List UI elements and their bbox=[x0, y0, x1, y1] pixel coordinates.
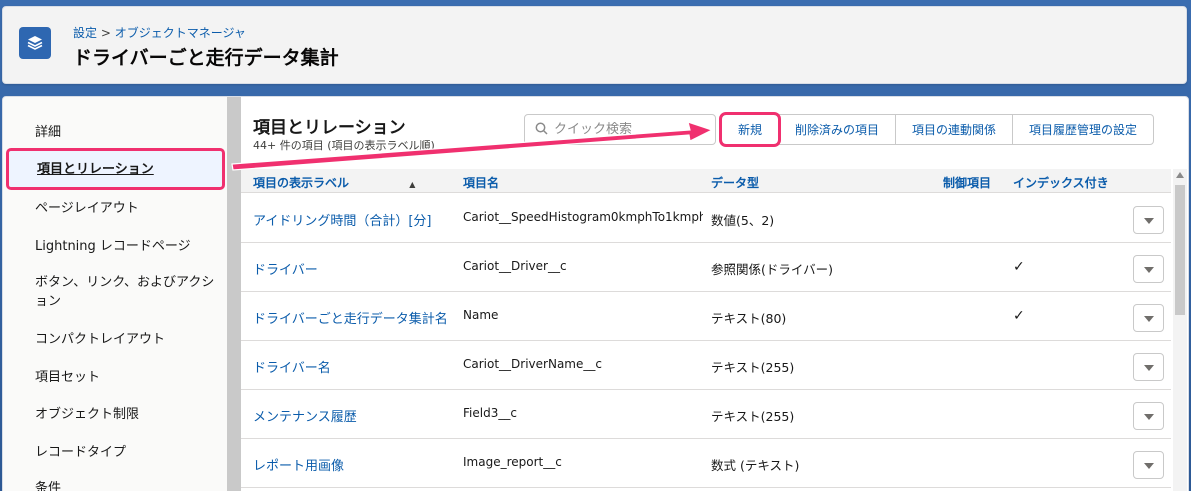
table-row: アイドリング時間（合計）[分] Cariot__SpeedHistogram0k… bbox=[241, 194, 1171, 243]
main-panel: 詳細 項目とリレーション ページレイアウト Lightning レコードページ … bbox=[2, 96, 1189, 491]
field-label-link[interactable]: ドライバー bbox=[253, 259, 458, 278]
chevron-down-icon bbox=[1143, 409, 1154, 423]
column-header-indexed[interactable]: インデックス付き bbox=[1013, 174, 1109, 191]
search-icon bbox=[535, 120, 548, 139]
field-label-link[interactable]: レポート用画像 bbox=[253, 455, 458, 474]
column-header-controlling-field[interactable]: 制御項目 bbox=[943, 174, 991, 191]
scroll-up-arrow-icon[interactable] bbox=[1176, 172, 1184, 178]
field-data-type: テキスト(255) bbox=[711, 409, 795, 424]
row-actions-dropdown[interactable] bbox=[1133, 255, 1164, 283]
sidebar-item-conditions[interactable]: 条件 bbox=[35, 479, 215, 491]
indexed-check-icon: ✓ bbox=[1013, 259, 1025, 275]
action-button-group: 新規 削除済みの項目 項目の連動関係 項目履歴管理の設定 bbox=[718, 112, 1155, 147]
table-row: レポート用画像 Image_report__c 数式 (テキスト) bbox=[241, 439, 1171, 488]
breadcrumb-object-manager-link[interactable]: オブジェクトマネージャ bbox=[115, 26, 246, 40]
section-subtitle: 44+ 件の項目 (項目の表示ラベル順) bbox=[253, 139, 435, 152]
field-label-link[interactable]: メンテナンス履歴 bbox=[253, 406, 458, 425]
field-data-type: 数式 (テキスト) bbox=[711, 458, 800, 473]
row-actions-dropdown[interactable] bbox=[1133, 206, 1164, 234]
field-label-link[interactable]: ドライバー名 bbox=[253, 357, 458, 376]
layers-icon bbox=[19, 27, 51, 59]
table-scrollbar[interactable] bbox=[1173, 169, 1187, 491]
row-actions-dropdown[interactable] bbox=[1133, 353, 1164, 381]
chevron-down-icon bbox=[1143, 311, 1154, 325]
sidebar-item-lightning-record-pages[interactable]: Lightning レコードページ bbox=[35, 237, 215, 256]
sidebar-item-buttons-links-actions[interactable]: ボタン、リンク、およびアクション bbox=[35, 273, 215, 311]
breadcrumb: 設定 > オブジェクトマネージャ bbox=[73, 24, 246, 41]
sidebar-item-object-limits[interactable]: オブジェクト制限 bbox=[35, 405, 215, 424]
chevron-down-icon bbox=[1143, 360, 1154, 374]
field-api-name: Name bbox=[463, 308, 499, 322]
table-row: ドライバーごと走行データ集計名 Name テキスト(80) ✓ bbox=[241, 292, 1171, 341]
breadcrumb-setup-link[interactable]: 設定 bbox=[73, 26, 97, 40]
column-header-data-type[interactable]: データ型 bbox=[711, 174, 759, 191]
section-title: 項目とリレーション bbox=[253, 118, 406, 138]
new-button[interactable]: 新規 bbox=[718, 112, 782, 147]
sidebar-item-field-sets[interactable]: 項目セット bbox=[35, 368, 215, 387]
field-dependencies-button[interactable]: 項目の連動関係 bbox=[895, 114, 1014, 145]
sidebar-item-page-layouts[interactable]: ページレイアウト bbox=[35, 199, 215, 218]
field-data-type: テキスト(255) bbox=[711, 360, 795, 375]
row-actions-dropdown[interactable] bbox=[1133, 451, 1164, 479]
table-row: メンテナンス履歴 Field3__c テキスト(255) bbox=[241, 390, 1171, 439]
chevron-down-icon bbox=[1143, 213, 1154, 227]
breadcrumb-separator: > bbox=[97, 26, 115, 40]
field-data-type: 数値(5、2) bbox=[711, 213, 775, 228]
column-header-api-name[interactable]: 項目名 bbox=[463, 174, 499, 191]
page-title: ドライバーごと走行データ集計 bbox=[73, 47, 339, 69]
quick-search-box[interactable] bbox=[524, 114, 716, 145]
scrollbar-thumb[interactable] bbox=[1175, 185, 1185, 315]
row-actions-dropdown[interactable] bbox=[1133, 402, 1164, 430]
sidebar-item-compact-layouts[interactable]: コンパクトレイアウト bbox=[35, 330, 215, 349]
row-actions-dropdown[interactable] bbox=[1133, 304, 1164, 332]
deleted-fields-button[interactable]: 削除済みの項目 bbox=[778, 114, 897, 145]
column-header-label[interactable]: 項目の表示ラベル ▲ bbox=[253, 174, 415, 191]
table-header: 項目の表示ラベル ▲ 項目名 データ型 制御項目 インデックス付き bbox=[241, 169, 1171, 193]
field-label-link[interactable]: ドライバーごと走行データ集計名 bbox=[253, 308, 458, 327]
quick-search-input[interactable] bbox=[554, 122, 704, 137]
sidebar-item-fields-relationships[interactable]: 項目とリレーション bbox=[6, 148, 225, 190]
chevron-down-icon bbox=[1143, 262, 1154, 276]
field-api-name: Cariot__Driver__c bbox=[463, 259, 567, 273]
indexed-check-icon: ✓ bbox=[1013, 308, 1025, 324]
table-row: ドライバー Cariot__Driver__c 参照関係(ドライバー) ✓ bbox=[241, 243, 1171, 292]
fields-content: 項目とリレーション 44+ 件の項目 (項目の表示ラベル順) 新規 削除済みの項… bbox=[241, 97, 1188, 491]
table-row: ドライバー名 Cariot__DriverName__c テキスト(255) bbox=[241, 341, 1171, 390]
sidebar-scrollbar[interactable] bbox=[227, 97, 241, 491]
field-history-tracking-button[interactable]: 項目履歴管理の設定 bbox=[1012, 114, 1155, 145]
field-api-name: Cariot__SpeedHistogram0kmphTo1kmphMi bbox=[463, 210, 703, 224]
sidebar-item-details[interactable]: 詳細 bbox=[35, 123, 215, 142]
sidebar-item-record-types[interactable]: レコードタイプ bbox=[35, 443, 215, 462]
field-label-link[interactable]: アイドリング時間（合計）[分] bbox=[253, 210, 458, 229]
field-data-type: テキスト(80) bbox=[711, 311, 787, 326]
sort-ascending-icon: ▲ bbox=[409, 180, 416, 189]
field-api-name: Cariot__DriverName__c bbox=[463, 357, 602, 371]
chevron-down-icon bbox=[1143, 458, 1154, 472]
sidebar: 詳細 項目とリレーション ページレイアウト Lightning レコードページ … bbox=[3, 97, 227, 491]
field-api-name: Image_report__c bbox=[463, 455, 562, 469]
field-api-name: Field3__c bbox=[463, 406, 517, 420]
field-data-type: 参照関係(ドライバー) bbox=[711, 262, 834, 277]
object-header: 設定 > オブジェクトマネージャ ドライバーごと走行データ集計 bbox=[2, 6, 1187, 84]
